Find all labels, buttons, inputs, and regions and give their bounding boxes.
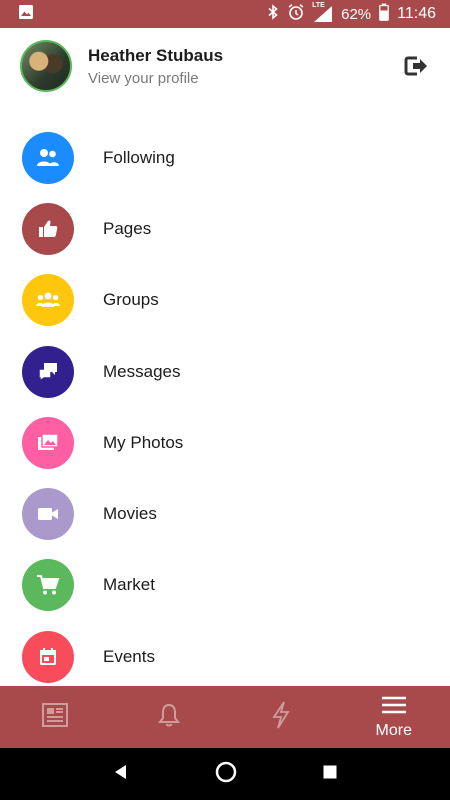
nav-more-label: More xyxy=(375,721,412,739)
lightning-icon xyxy=(271,701,291,734)
network-label: LTE xyxy=(312,2,325,9)
nav-notifications[interactable] xyxy=(113,686,226,748)
profile-header[interactable]: Heather Stubaus View your profile xyxy=(0,28,450,104)
menu-label-messages: Messages xyxy=(103,361,181,381)
image-icon xyxy=(18,4,34,25)
thumbs-up-icon xyxy=(22,202,74,255)
calendar-icon xyxy=(22,630,74,683)
menu-list: Following Pages Groups Messages My Photo… xyxy=(0,122,450,692)
battery-percent: 62% xyxy=(341,5,372,23)
clock-time: 11:46 xyxy=(397,5,436,22)
following-icon xyxy=(22,131,74,184)
logout-icon[interactable] xyxy=(402,52,430,80)
menu-item-groups[interactable]: Groups xyxy=(0,265,450,336)
menu-label-groups: Groups xyxy=(103,290,159,310)
bottom-nav: More xyxy=(0,686,450,748)
groups-icon xyxy=(22,274,74,327)
video-camera-icon xyxy=(22,488,74,541)
news-feed-icon xyxy=(41,702,71,733)
nav-lightning[interactable] xyxy=(225,686,338,748)
menu-item-following[interactable]: Following xyxy=(0,122,450,193)
photos-icon xyxy=(22,416,74,469)
back-icon[interactable] xyxy=(112,763,130,786)
menu-label-market: Market xyxy=(103,575,155,595)
menu-label-pages: Pages xyxy=(103,218,152,238)
battery-icon xyxy=(379,3,389,25)
lte-signal: LTE xyxy=(312,2,333,23)
avatar[interactable] xyxy=(20,40,72,92)
menu-icon xyxy=(380,695,408,720)
menu-label-movies: Movies xyxy=(103,504,157,524)
home-icon[interactable] xyxy=(214,760,238,789)
alarm-icon xyxy=(287,3,305,25)
profile-text[interactable]: Heather Stubaus View your profile xyxy=(88,46,402,87)
bluetooth-icon xyxy=(267,4,279,24)
view-profile-link[interactable]: View your profile xyxy=(88,70,402,87)
menu-item-my-photos[interactable]: My Photos xyxy=(0,407,450,478)
menu-item-movies[interactable]: Movies xyxy=(0,478,450,549)
recents-icon[interactable] xyxy=(322,764,338,785)
menu-label-events: Events xyxy=(103,646,155,666)
android-nav-bar xyxy=(0,748,450,800)
menu-item-pages[interactable]: Pages xyxy=(0,193,450,264)
menu-item-events[interactable]: Events xyxy=(0,621,450,692)
nav-more[interactable]: More xyxy=(338,686,450,748)
profile-name: Heather Stubaus xyxy=(88,45,224,65)
menu-label-my-photos: My Photos xyxy=(103,432,184,452)
menu-item-messages[interactable]: Messages xyxy=(0,336,450,407)
menu-item-market[interactable]: Market xyxy=(0,550,450,621)
status-bar: LTE 62% 11:46 xyxy=(0,0,450,28)
chat-icon xyxy=(22,345,74,398)
shopping-cart-icon xyxy=(22,559,74,612)
nav-news-feed[interactable] xyxy=(0,686,113,748)
menu-label-following: Following xyxy=(103,147,175,167)
notifications-bell-icon xyxy=(157,702,181,733)
